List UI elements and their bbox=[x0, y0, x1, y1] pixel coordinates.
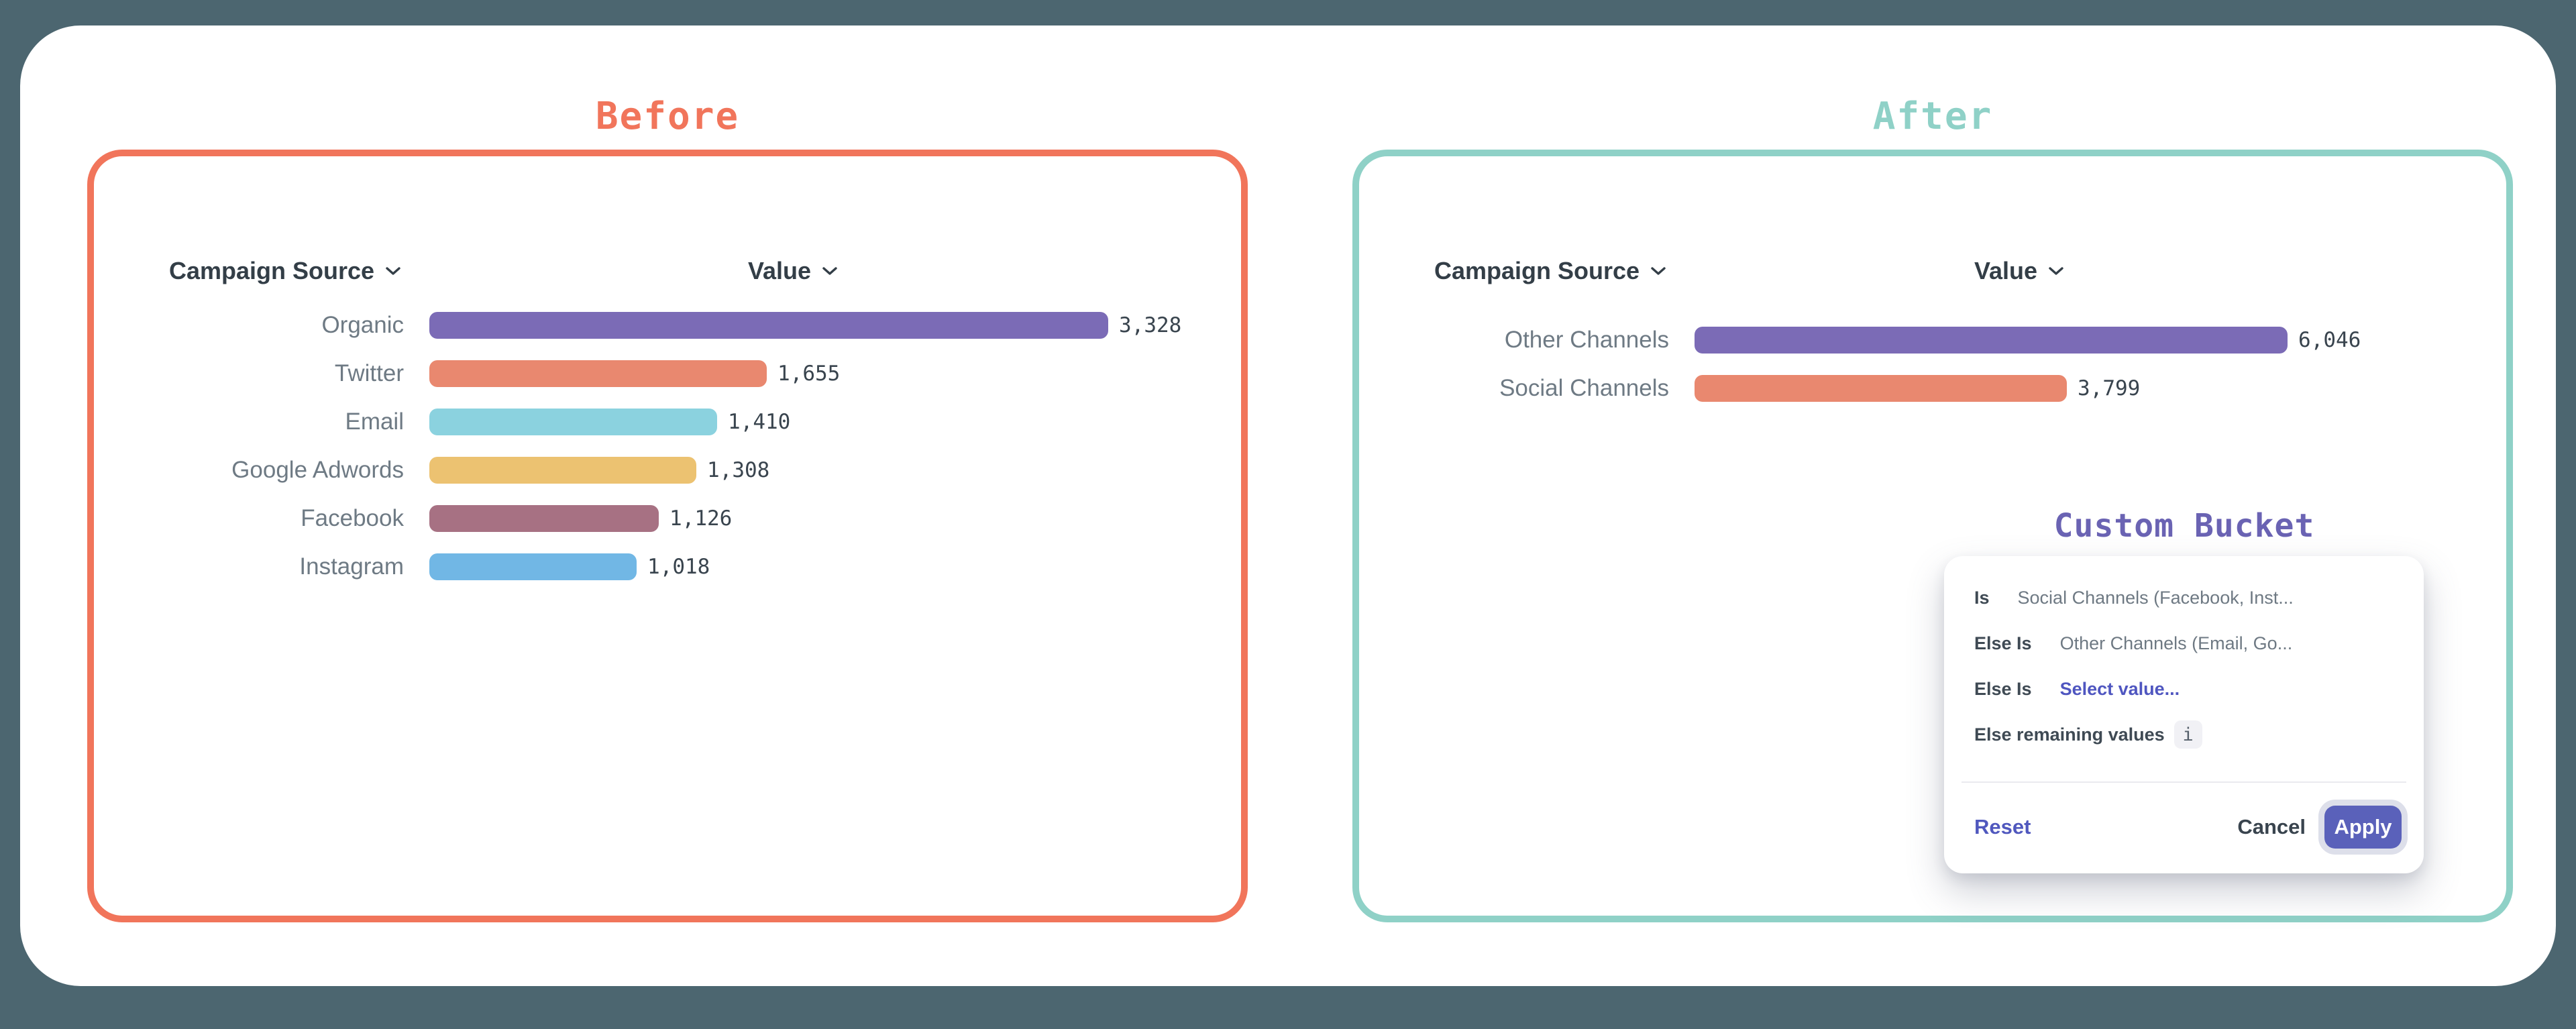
bucket-rule-row: Else Is Other Channels (Email, Go... bbox=[1974, 620, 2404, 666]
value-bar[interactable] bbox=[1695, 375, 2067, 402]
value-bar[interactable] bbox=[429, 505, 659, 532]
custom-bucket-popup: Is Social Channels (Facebook, Inst... Else… bbox=[1944, 556, 2424, 873]
value-bar[interactable] bbox=[429, 312, 1108, 339]
column-header-value[interactable]: Value bbox=[1974, 257, 2064, 285]
rule-operator-label: Else remaining values bbox=[1974, 724, 2165, 745]
column-header-label: Value bbox=[1974, 257, 2037, 285]
table-row: Email 1,410 bbox=[101, 398, 1234, 446]
column-header-label: Campaign Source bbox=[1434, 257, 1640, 285]
rule-operator-label: Else Is bbox=[1974, 679, 2032, 700]
value-bar[interactable] bbox=[429, 409, 717, 435]
chevron-down-icon bbox=[2048, 266, 2064, 276]
bar-value-label: 3,328 bbox=[1119, 313, 1181, 337]
table-row: Twitter 1,655 bbox=[101, 349, 1234, 398]
after-title: After bbox=[1352, 98, 2513, 136]
bucket-rule-list: Is Social Channels (Facebook, Inst... Else… bbox=[1974, 575, 2404, 757]
chevron-down-icon bbox=[1650, 266, 1666, 276]
bucket-rule-row: Else remaining values i bbox=[1974, 712, 2404, 757]
popup-footer: Reset Cancel Apply bbox=[1974, 806, 2402, 849]
bar-value-label: 1,655 bbox=[777, 362, 840, 386]
table-row: Other Channels 6,046 bbox=[1366, 316, 2500, 364]
row-label: Organic bbox=[101, 312, 404, 339]
row-label: Social Channels bbox=[1366, 375, 1669, 402]
row-label: Facebook bbox=[101, 505, 404, 532]
rule-operator-label: Is bbox=[1974, 588, 1990, 608]
value-bar[interactable] bbox=[429, 360, 767, 387]
value-bar[interactable] bbox=[1695, 327, 2288, 354]
bucket-rule-row: Else Is Select value... bbox=[1974, 666, 2404, 712]
info-icon[interactable]: i bbox=[2174, 720, 2202, 749]
select-value-link[interactable]: Select value... bbox=[2060, 679, 2180, 700]
bar-value-label: 6,046 bbox=[2298, 328, 2361, 352]
row-label: Twitter bbox=[101, 360, 404, 387]
table-row: Social Channels 3,799 bbox=[1366, 364, 2500, 413]
bar-value-label: 1,308 bbox=[707, 458, 769, 482]
column-header-label: Campaign Source bbox=[169, 257, 374, 285]
table-row: Google Adwords 1,308 bbox=[101, 446, 1234, 494]
cancel-button[interactable]: Cancel bbox=[2237, 815, 2306, 839]
bar-value-label: 3,799 bbox=[2078, 376, 2140, 400]
popup-divider bbox=[1962, 781, 2406, 783]
bar-value-label: 1,126 bbox=[669, 506, 732, 531]
after-table-body: Other Channels 6,046 Social Channels 3,799 bbox=[1366, 316, 2500, 413]
value-bar[interactable] bbox=[429, 553, 637, 580]
table-row: Facebook 1,126 bbox=[101, 494, 1234, 543]
rule-operator-label: Else Is bbox=[1974, 633, 2032, 654]
before-panel: Campaign Source Value Organic 3,328 Twitte… bbox=[87, 150, 1248, 922]
value-bar[interactable] bbox=[429, 457, 696, 484]
row-label: Instagram bbox=[101, 553, 404, 580]
content-card: Before After Campaign Source Value Organ… bbox=[20, 25, 2556, 986]
column-header-campaign-source[interactable]: Campaign Source bbox=[169, 257, 401, 285]
row-label: Email bbox=[101, 409, 404, 435]
bar-value-label: 1,018 bbox=[647, 555, 710, 579]
bar-value-label: 1,410 bbox=[728, 410, 790, 434]
bucket-rule-row: Is Social Channels (Facebook, Inst... bbox=[1974, 575, 2404, 620]
row-label: Google Adwords bbox=[101, 457, 404, 484]
table-row: Organic 3,328 bbox=[101, 301, 1234, 349]
custom-bucket-title: Custom Bucket bbox=[2054, 507, 2315, 545]
rule-value[interactable]: Social Channels (Facebook, Inst... bbox=[2018, 588, 2294, 608]
column-header-campaign-source[interactable]: Campaign Source bbox=[1434, 257, 1666, 285]
column-header-value[interactable]: Value bbox=[748, 257, 838, 285]
table-row: Instagram 1,018 bbox=[101, 543, 1234, 591]
row-label: Other Channels bbox=[1366, 327, 1669, 354]
column-header-label: Value bbox=[748, 257, 811, 285]
chevron-down-icon bbox=[385, 266, 401, 276]
rule-value[interactable]: Other Channels (Email, Go... bbox=[2060, 633, 2293, 654]
chevron-down-icon bbox=[822, 266, 838, 276]
before-table-body: Organic 3,328 Twitter 1,655 Email 1,410 Google… bbox=[101, 301, 1234, 591]
screenshot-canvas: Before After Campaign Source Value Organ… bbox=[0, 0, 2576, 1029]
reset-button[interactable]: Reset bbox=[1974, 815, 2031, 839]
before-title: Before bbox=[87, 98, 1248, 136]
apply-button[interactable]: Apply bbox=[2324, 806, 2402, 849]
